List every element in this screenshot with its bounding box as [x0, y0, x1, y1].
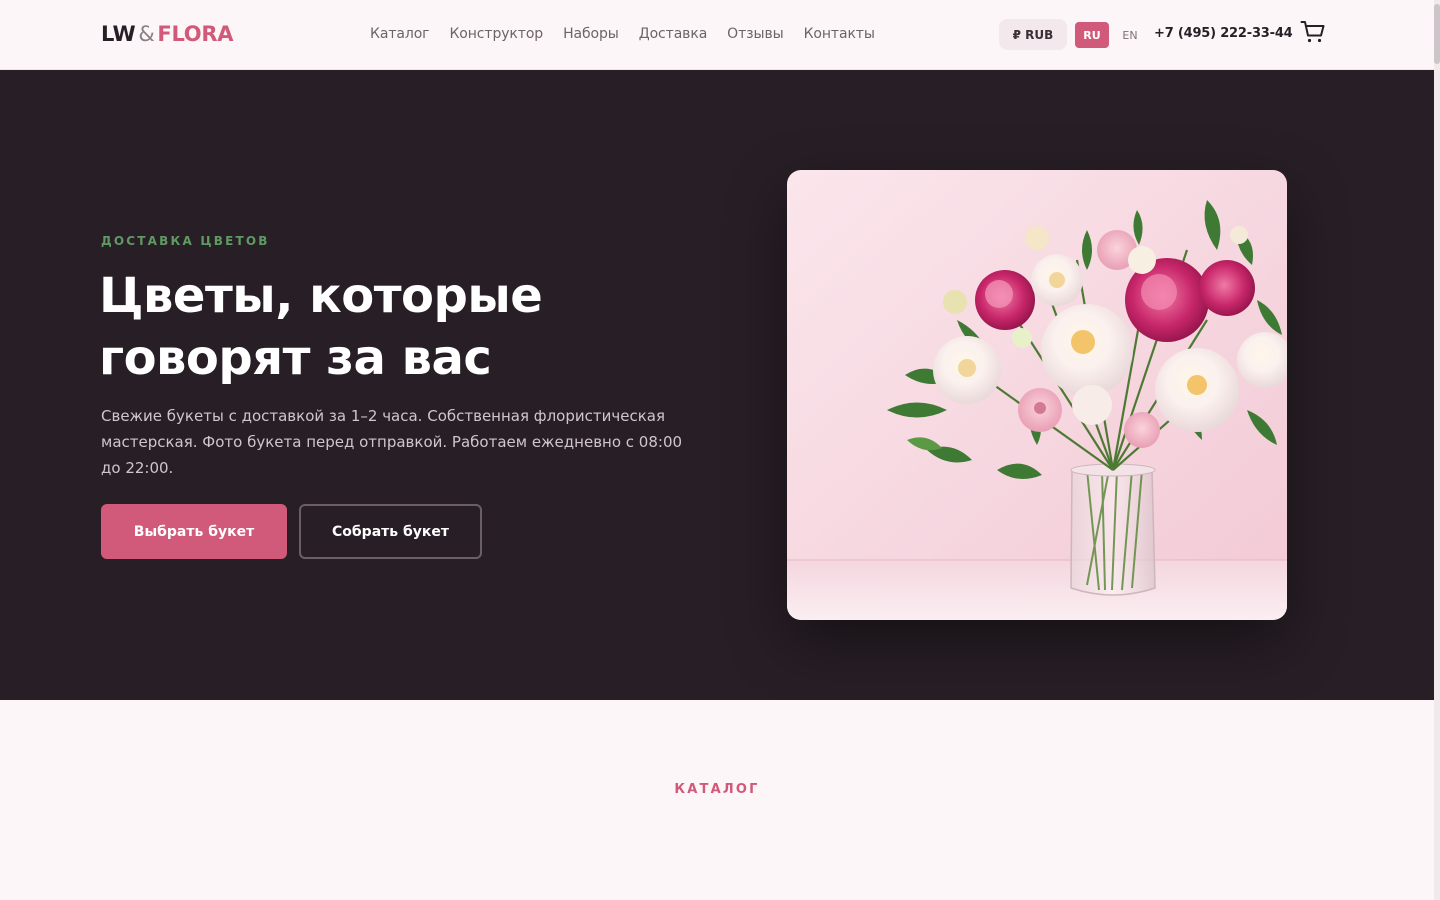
- phone-number[interactable]: +7 (495) 222-33-44: [1154, 26, 1293, 41]
- nav-sets[interactable]: Наборы: [563, 26, 619, 42]
- main-nav: Каталог Конструктор Наборы Доставка Отзы…: [370, 26, 875, 42]
- nav-contacts[interactable]: Контакты: [804, 26, 875, 42]
- hero-description: Свежие букеты с доставкой за 1–2 часа. С…: [101, 407, 683, 477]
- logo[interactable]: LW & FLORA: [101, 22, 233, 46]
- page: LW & FLORA Каталог Конструктор Наборы Дост…: [0, 0, 1440, 900]
- logo-ampersand: &: [138, 22, 155, 46]
- catalog-section-label: КАТАЛОГ: [674, 782, 760, 797]
- nav-reviews[interactable]: Отзывы: [727, 26, 783, 42]
- hero-eyebrow: ДОСТАВКА ЦВЕТОВ: [101, 234, 270, 248]
- page-scrollbar[interactable]: [1434, 0, 1440, 900]
- scrollbar-thumb[interactable]: [1434, 4, 1440, 64]
- build-bouquet-button[interactable]: Собрать букет: [299, 504, 482, 559]
- cart-icon[interactable]: [1300, 19, 1326, 45]
- language-en-button[interactable]: EN: [1117, 22, 1143, 48]
- catalog-section: КАТАЛОГ: [0, 700, 1434, 900]
- logo-lw: LW: [101, 22, 136, 46]
- currency-selector[interactable]: ₽ RUB: [999, 19, 1067, 50]
- nav-catalog[interactable]: Каталог: [370, 26, 430, 42]
- hero-title: Цветы, которые говорят за вас: [99, 268, 543, 386]
- language-ru-button[interactable]: RU: [1075, 22, 1109, 48]
- site-header: LW & FLORA Каталог Конструктор Наборы Дост…: [0, 0, 1434, 70]
- choose-bouquet-button[interactable]: Выбрать букет: [101, 504, 287, 559]
- nav-delivery[interactable]: Доставка: [639, 26, 708, 42]
- logo-flora: FLORA: [157, 22, 234, 46]
- bouquet-image: [787, 170, 1287, 620]
- hero-section: ДОСТАВКА ЦВЕТОВ Цветы, которые говорят з…: [0, 70, 1434, 700]
- nav-constructor[interactable]: Конструктор: [449, 26, 543, 42]
